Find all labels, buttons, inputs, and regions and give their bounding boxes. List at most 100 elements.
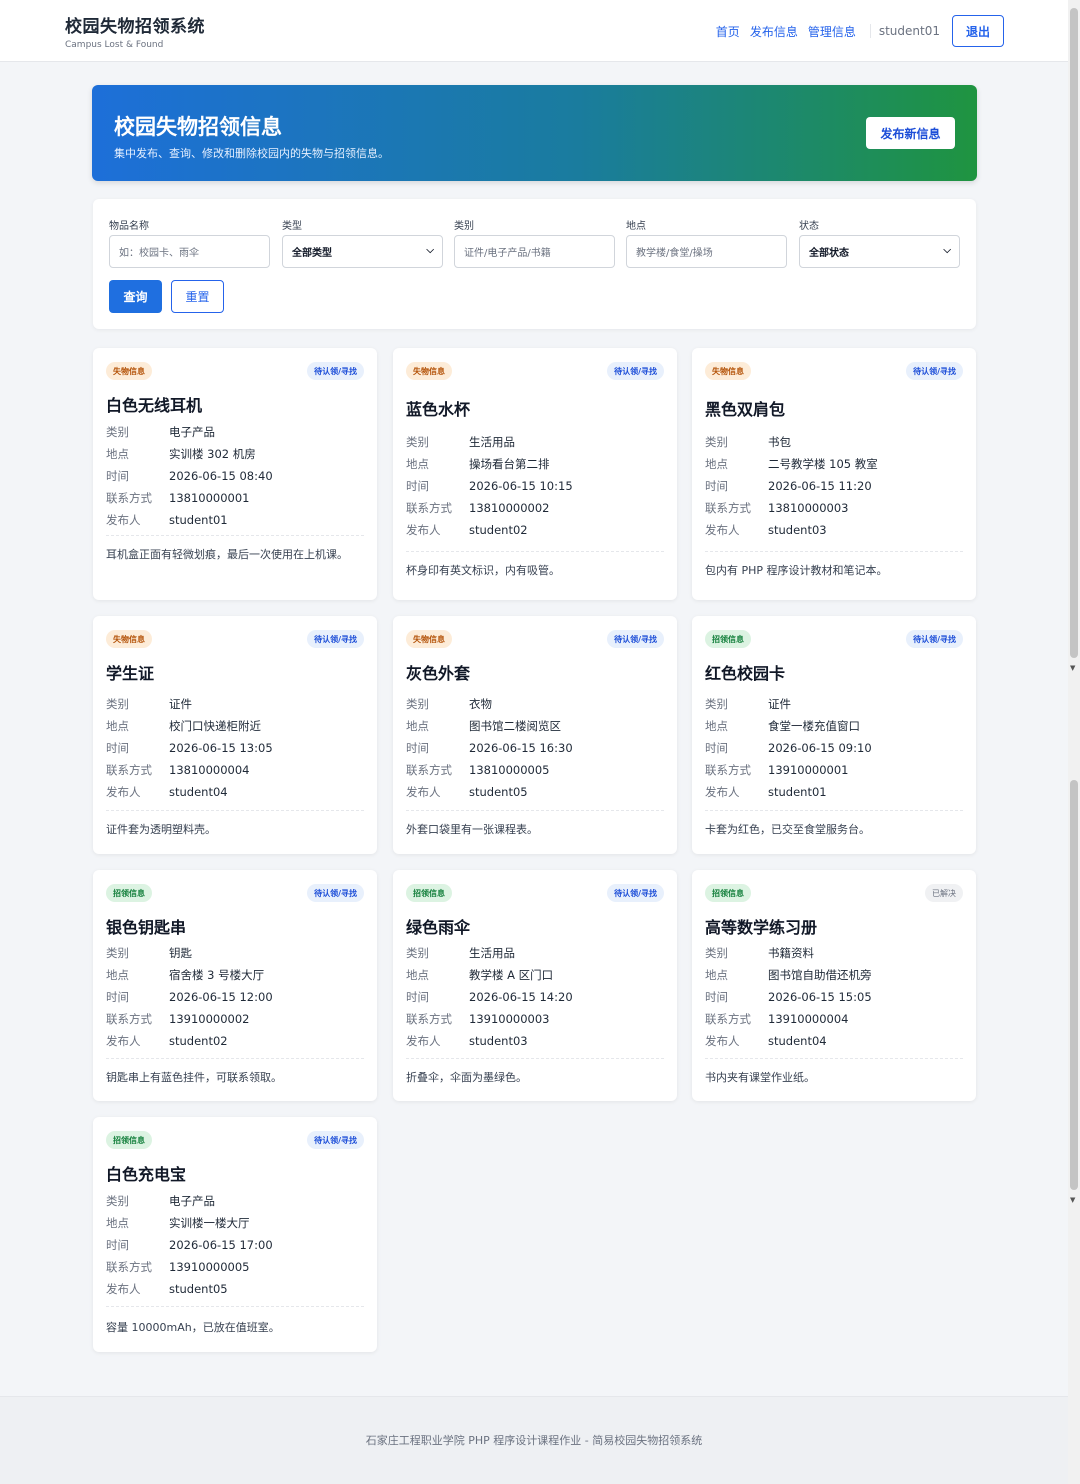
- publish-new-button[interactable]: 发布新信息: [866, 117, 955, 149]
- item-title: 白色无线耳机: [106, 396, 203, 415]
- detail-label: 时间: [106, 469, 129, 483]
- detail-value: student01: [768, 785, 827, 799]
- detail-row-contact: 联系方式 13810000002: [406, 497, 573, 519]
- detail-row-publisher: 发布人 student04: [705, 1030, 872, 1052]
- item-title: 银色钥匙串: [106, 918, 187, 937]
- logout-button[interactable]: 退出: [952, 15, 1004, 47]
- status-badge: 待认领/寻找: [307, 630, 364, 648]
- item-details: 类别 生活用品 地点 教学楼 A 区门口 时间 2026-06-15 14:20 联系方式 1…: [406, 942, 573, 1052]
- detail-row-category: 类别 证件: [106, 693, 273, 715]
- card-divider: [406, 551, 664, 552]
- scroll-thumb[interactable]: [1070, 780, 1078, 1190]
- footer-text: 石家庄工程职业学院 PHP 程序设计课程作业 - 简易校园失物招领系统: [365, 1434, 703, 1447]
- detail-label: 类别: [406, 697, 429, 711]
- detail-row-category: 类别 书籍资料: [705, 942, 872, 964]
- detail-row-contact: 联系方式 13910000003: [406, 1008, 573, 1030]
- detail-value: 13810000003: [768, 501, 849, 515]
- nav-home-link[interactable]: 首页: [716, 23, 740, 40]
- detail-value: student04: [169, 785, 228, 799]
- detail-value: 2026-06-15 13:05: [169, 741, 273, 755]
- item-card[interactable]: 失物信息 待认领/寻找 学生证 类别 证件 地点 校门口快递柜附近 时间 2026-06-15 …: [93, 616, 377, 854]
- item-card[interactable]: 招领信息 已解决 高等数学练习册 类别 书籍资料 地点 图书馆自助借还机旁 时间 2026-06…: [692, 870, 976, 1101]
- detail-label: 发布人: [705, 1034, 740, 1048]
- detail-row-contact: 联系方式 13910000001: [705, 759, 872, 781]
- item-details: 类别 书包 地点 二号教学楼 105 教室 时间 2026-06-15 11:20 联系方式…: [705, 431, 878, 541]
- brand[interactable]: 校园失物招领系统 Campus Lost & Found: [65, 12, 205, 50]
- detail-value: 2026-06-15 10:15: [469, 479, 573, 493]
- detail-value: 13910000003: [469, 1012, 550, 1026]
- detail-row-location: 地点 宿舍楼 3 号楼大厅: [106, 964, 273, 986]
- status-select[interactable]: 全部状态 ⌵: [799, 235, 960, 268]
- item-type-tag: 失物信息: [406, 362, 452, 380]
- detail-value: 13910000002: [169, 1012, 250, 1026]
- name-label: 物品名称: [109, 221, 149, 232]
- type-select[interactable]: 全部类型 ⌵: [282, 235, 443, 268]
- item-title: 蓝色水杯: [406, 400, 471, 419]
- detail-label: 联系方式: [705, 1012, 751, 1026]
- query-button[interactable]: 查询: [109, 280, 162, 313]
- item-card[interactable]: 招领信息 待认领/寻找 银色钥匙串 类别 钥匙 地点 宿舍楼 3 号楼大厅 时间 2026-06…: [93, 870, 377, 1101]
- detail-label: 发布人: [106, 1282, 141, 1296]
- card-divider: [406, 1058, 664, 1059]
- detail-row-location: 地点 图书馆二楼阅览区: [406, 715, 573, 737]
- detail-label: 类别: [106, 1194, 129, 1208]
- name-input[interactable]: 如：校园卡、雨伞: [109, 235, 270, 268]
- reset-button[interactable]: 重置: [171, 280, 224, 313]
- detail-label: 地点: [705, 719, 728, 733]
- detail-row-category: 类别 电子产品: [106, 1190, 273, 1212]
- detail-row-publisher: 发布人 student01: [705, 781, 872, 803]
- location-input[interactable]: 教学楼/食堂/操场: [626, 235, 787, 268]
- detail-row-location: 地点 实训楼 302 机房: [106, 443, 273, 465]
- item-title: 灰色外套: [406, 664, 471, 683]
- item-type-tag: 招领信息: [106, 884, 152, 902]
- top-navbar: 校园失物招领系统 Campus Lost & Found 首页 发布信息 管理信…: [0, 0, 1068, 62]
- nav-publish-link[interactable]: 发布信息: [750, 23, 798, 40]
- detail-label: 发布人: [406, 523, 441, 537]
- detail-row-contact: 联系方式 13810000001: [106, 487, 273, 509]
- status-badge: 待认领/寻找: [607, 362, 664, 380]
- detail-value: 二号教学楼 105 教室: [768, 457, 878, 471]
- status-badge: 待认领/寻找: [307, 1131, 364, 1149]
- scroll-down-arrow-icon[interactable]: ▼: [1070, 1196, 1075, 1204]
- item-description: 证件套为透明塑料壳。: [106, 823, 216, 836]
- detail-row-time: 时间 2026-06-15 17:00: [106, 1234, 273, 1256]
- detail-value: 2026-06-15 15:05: [768, 990, 872, 1004]
- item-card[interactable]: 招领信息 待认领/寻找 红色校园卡 类别 证件 地点 食堂一楼充值窗口 时间 2026-06-1…: [692, 616, 976, 854]
- nav-manage-link[interactable]: 管理信息: [808, 23, 856, 40]
- scroll-thumb[interactable]: [1070, 8, 1078, 658]
- detail-label: 时间: [406, 741, 429, 755]
- card-divider: [705, 810, 963, 811]
- detail-value: 13810000005: [469, 763, 550, 777]
- detail-label: 联系方式: [106, 1260, 152, 1274]
- item-card[interactable]: 失物信息 待认领/寻找 白色无线耳机 类别 电子产品 地点 实训楼 302 机房 时间 2026…: [93, 348, 377, 600]
- item-description: 杯身印有英文标识，内有吸管。: [406, 564, 560, 577]
- type-field-group: 类型 全部类型 ⌵: [282, 217, 443, 268]
- detail-value: 书籍资料: [768, 946, 814, 960]
- category-input[interactable]: 证件/电子产品/书籍: [454, 235, 615, 268]
- detail-value: student03: [768, 523, 827, 537]
- detail-row-publisher: 发布人 student02: [406, 519, 573, 541]
- card-divider: [106, 535, 364, 536]
- item-card[interactable]: 失物信息 待认领/寻找 黑色双肩包 类别 书包 地点 二号教学楼 105 教室 时间 2026-…: [692, 348, 976, 600]
- detail-label: 地点: [106, 1216, 129, 1230]
- detail-value: 13910000005: [169, 1260, 250, 1274]
- detail-value: 13810000002: [469, 501, 550, 515]
- detail-label: 地点: [106, 968, 129, 982]
- scroll-down-arrow-icon[interactable]: ▼: [1070, 664, 1075, 672]
- status-badge: 已解决: [925, 884, 963, 902]
- location-label: 地点: [626, 221, 646, 232]
- item-card[interactable]: 失物信息 待认领/寻找 蓝色水杯 类别 生活用品 地点 操场看台第二排 时间 2026-06-1…: [393, 348, 677, 600]
- category-label: 类别: [454, 221, 474, 232]
- detail-row-contact: 联系方式 13810000004: [106, 759, 273, 781]
- detail-row-time: 时间 2026-06-15 08:40: [106, 465, 273, 487]
- status-badge: 待认领/寻找: [906, 630, 963, 648]
- detail-label: 类别: [705, 435, 728, 449]
- item-card[interactable]: 招领信息 待认领/寻找 白色充电宝 类别 电子产品 地点 实训楼一楼大厅 时间 2026-06-…: [93, 1117, 377, 1352]
- detail-value: 书包: [768, 435, 791, 449]
- page-scrollbar[interactable]: ▼ ▼: [1068, 0, 1080, 1484]
- detail-row-time: 时间 2026-06-15 13:05: [106, 737, 273, 759]
- item-card[interactable]: 失物信息 待认领/寻找 灰色外套 类别 衣物 地点 图书馆二楼阅览区 时间 2026-06-15…: [393, 616, 677, 854]
- item-card[interactable]: 招领信息 待认领/寻找 绿色雨伞 类别 生活用品 地点 教学楼 A 区门口 时间 2026-06…: [393, 870, 677, 1101]
- detail-row-time: 时间 2026-06-15 14:20: [406, 986, 573, 1008]
- item-type-tag: 失物信息: [106, 630, 152, 648]
